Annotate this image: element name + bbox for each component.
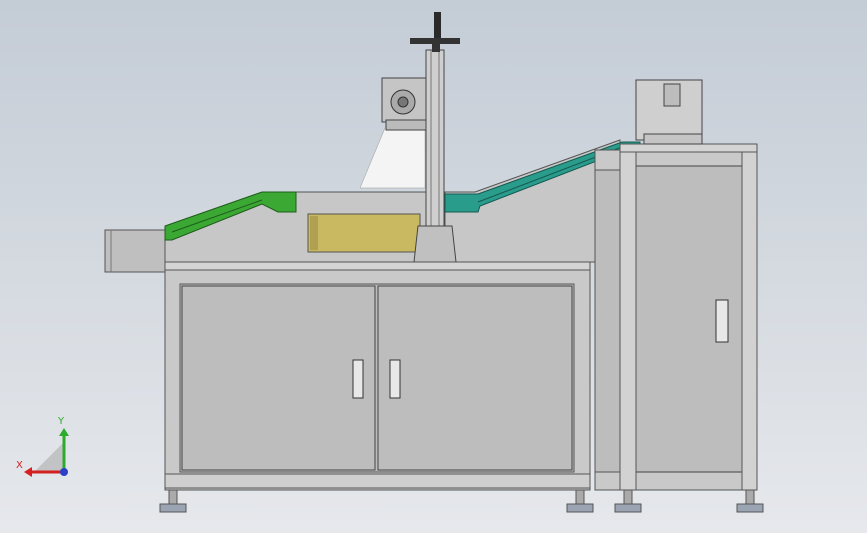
infeed-box [104, 229, 168, 273]
right-door-handle [715, 299, 729, 343]
door-handle-left [352, 359, 364, 399]
table-top [164, 261, 591, 271]
housing-window [307, 213, 421, 253]
foot-pad [566, 503, 594, 513]
foot-pad [614, 503, 642, 513]
foot-pad [159, 503, 187, 513]
top-mechanism-base [643, 133, 703, 145]
laser-lens-core [397, 96, 409, 108]
housing-window-frame [310, 216, 318, 250]
handwheel-hub [432, 44, 440, 52]
column-base [413, 225, 457, 263]
leveling-feet [159, 489, 764, 513]
y-axis-label: Y [57, 416, 65, 427]
foot-post [168, 489, 178, 505]
handwheel-knob [434, 12, 441, 38]
z-axis-dot [60, 468, 68, 476]
cabinet-base [164, 473, 591, 489]
right-cabinet-post [741, 149, 758, 491]
cabinet-door-left [181, 285, 376, 471]
coordinate-triad: Y X [16, 416, 69, 477]
top-mechanism-block [663, 83, 681, 107]
right-cabinet-top [619, 143, 758, 153]
right-cabinet-side [594, 169, 622, 473]
x-axis-label: X [16, 460, 23, 471]
foot-post [623, 489, 633, 505]
door-handle-right [389, 359, 401, 399]
x-axis-arrowhead [24, 467, 32, 477]
cabinet-door-right [377, 285, 573, 471]
laser-mount [385, 119, 427, 131]
handwheel [410, 38, 460, 44]
y-axis-arrowhead [59, 428, 69, 436]
machine-model-view[interactable] [0, 0, 867, 533]
foot-post [745, 489, 755, 505]
foot-pad [736, 503, 764, 513]
beam-cone [359, 127, 426, 189]
cad-viewport[interactable]: Y X [0, 0, 867, 533]
triad-plane [34, 442, 64, 472]
right-cabinet-post [619, 149, 637, 491]
foot-post [575, 489, 585, 505]
